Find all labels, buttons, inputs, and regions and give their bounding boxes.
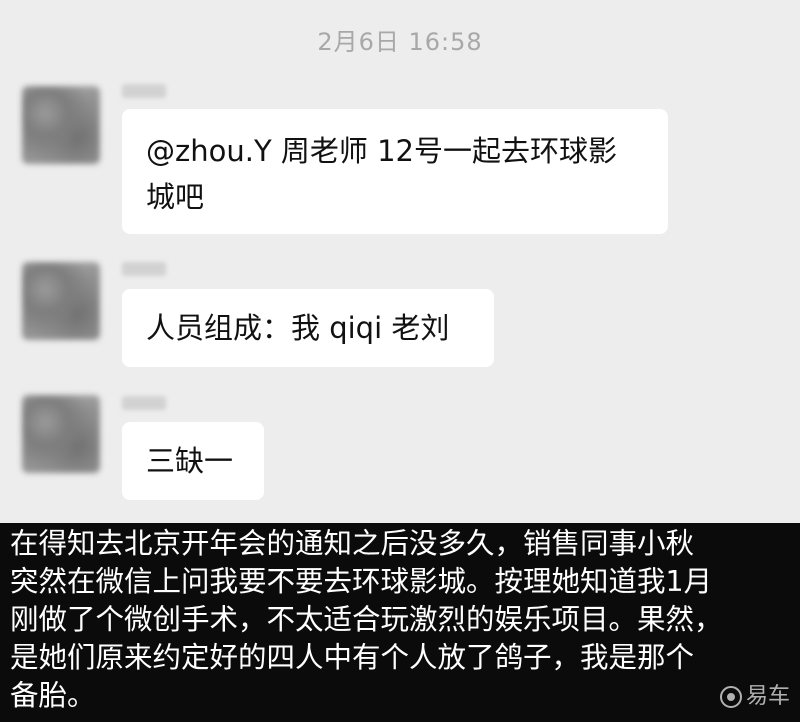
caption-line: 在得知去北京开年会的通知之后没多久，销售同事小秋 [10, 527, 695, 560]
caption-line: 是她们原来约定好的四人中有个人放了鸽子，我是那个 [10, 641, 695, 674]
watermark-text: 易车 [745, 684, 790, 709]
yiche-logo-icon [719, 686, 742, 708]
sender-name-blurred [122, 84, 166, 98]
message-text-line: @zhou.Y 周老师 12号一起去环球影 [146, 134, 617, 168]
caption-line: 突然在微信上问我要不要去环球影城。按理她知道我1月 [10, 565, 713, 598]
message-bubble[interactable]: 人员组成：我 qiqi 老刘 [122, 289, 494, 367]
caption-overlay: 在得知去北京开年会的通知之后没多久，销售同事小秋 突然在微信上问我要不要去环球影… [0, 523, 800, 722]
chat-timestamp: 2月6日 16:58 [317, 28, 483, 56]
caption-line: 备胎。 [10, 679, 96, 712]
avatar[interactable] [22, 262, 100, 340]
message-bubble[interactable]: 三缺一 [122, 422, 264, 500]
avatar[interactable] [22, 86, 100, 164]
message-text: 人员组成：我 qiqi 老刘 [146, 311, 450, 345]
message-text-line: 城吧 [146, 180, 205, 214]
sender-name-blurred [122, 262, 166, 276]
message-bubble[interactable]: @zhou.Y 周老师 12号一起去环球影 城吧 [122, 109, 668, 234]
message-text: 三缺一 [146, 444, 234, 478]
chat-window: 2月6日 16:58 @zhou.Y 周老师 12号一起去环球影 城吧 人员组成… [0, 0, 800, 523]
caption-line: 刚做了个微创手术，不太适合玩激烈的娱乐项目。果然， [10, 603, 723, 636]
watermark: 易车 [719, 678, 790, 716]
avatar[interactable] [22, 395, 100, 473]
sender-name-blurred [122, 396, 166, 410]
